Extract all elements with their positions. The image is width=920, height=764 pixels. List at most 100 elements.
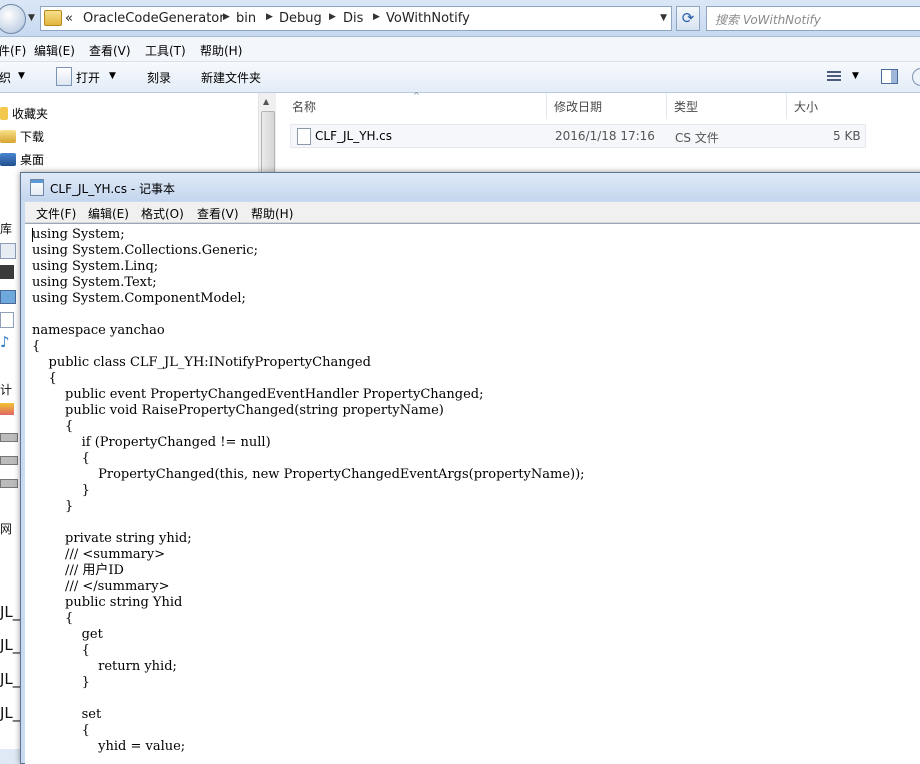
- taskbar-item-label[interactable]: JL_: [0, 636, 20, 654]
- nav-computer[interactable]: 计: [0, 381, 12, 398]
- np-menu-view[interactable]: 查看(V): [197, 205, 239, 222]
- star-icon: [0, 107, 8, 120]
- preview-pane-icon[interactable]: [881, 69, 898, 84]
- taskbar-item-label[interactable]: JL_: [0, 704, 20, 722]
- notepad-window: CLF_JL_YH.cs - 记事本 文件(F) 编辑(E) 格式(O) 查看(…: [20, 172, 920, 764]
- code-line: /// <summary>: [32, 547, 166, 562]
- column-divider[interactable]: [546, 93, 547, 119]
- code-line: {: [32, 371, 57, 386]
- code-line: }: [32, 499, 74, 514]
- organize-dropdown-icon[interactable]: ▼: [18, 71, 25, 81]
- search-input[interactable]: 搜索 VoWithNotify: [706, 6, 920, 31]
- view-dropdown-icon[interactable]: ▼: [852, 71, 859, 81]
- explorer-toolbar: 织 ▼ 打开 ▼ 刻录 新建文件夹 ▼: [0, 62, 920, 93]
- breadcrumb-item[interactable]: Dis: [343, 11, 363, 26]
- nav-favorites[interactable]: 收藏夹: [0, 105, 48, 122]
- drive-icon: [0, 456, 18, 465]
- code-line: using System.Linq;: [32, 259, 159, 274]
- new-folder-button[interactable]: 新建文件夹: [201, 69, 261, 86]
- code-text: using System; using System.Collections.Ge…: [32, 227, 585, 755]
- address-dropdown-icon[interactable]: ▼: [660, 13, 667, 23]
- code-line: yhid = value;: [32, 739, 186, 754]
- address-box[interactable]: « OracleCodeGenerator ▶ bin ▶ Debug ▶ Di…: [40, 6, 672, 31]
- refresh-icon[interactable]: ⟳: [676, 6, 700, 31]
- column-header-date[interactable]: 修改日期: [554, 98, 602, 115]
- code-line: /// 用户ID: [32, 563, 124, 578]
- np-menu-format[interactable]: 格式(O): [141, 205, 184, 222]
- np-menu-edit[interactable]: 编辑(E): [88, 205, 129, 222]
- notepad-menu-bar: 文件(F) 编辑(E) 格式(O) 查看(V) 帮助(H): [25, 202, 920, 223]
- code-line: PropertyChanged(this, new PropertyChange…: [32, 467, 585, 482]
- np-menu-file[interactable]: 文件(F): [36, 205, 76, 222]
- breadcrumb-overflow[interactable]: «: [65, 11, 73, 26]
- breadcrumb-item[interactable]: Debug: [279, 11, 322, 26]
- scroll-up-icon[interactable]: ▲: [263, 97, 269, 106]
- code-line: {: [32, 643, 90, 658]
- code-line: using System.Text;: [32, 275, 157, 290]
- organize-button[interactable]: 织: [0, 69, 11, 86]
- notepad-title-bar[interactable]: CLF_JL_YH.cs - 记事本: [21, 173, 920, 201]
- code-line: using System.ComponentModel;: [32, 291, 246, 306]
- sort-arrow-icon: ^: [413, 91, 420, 100]
- notepad-icon[interactable]: [30, 179, 44, 196]
- taskbar-item-label[interactable]: JL_: [0, 603, 20, 621]
- breadcrumb-chevron-icon[interactable]: ▶: [373, 12, 380, 22]
- menu-tools[interactable]: 工具(T): [145, 42, 186, 59]
- code-line: {: [32, 419, 74, 434]
- code-line: return yhid;: [32, 659, 177, 674]
- code-line: {: [32, 723, 90, 738]
- nav-downloads[interactable]: 下载: [0, 128, 44, 145]
- code-line: using System.Collections.Generic;: [32, 243, 258, 258]
- open-button[interactable]: 打开: [76, 69, 100, 86]
- nav-libraries[interactable]: 库: [0, 220, 12, 237]
- breadcrumb-chevron-icon[interactable]: ▶: [223, 12, 230, 22]
- breadcrumb-chevron-icon[interactable]: ▶: [329, 12, 336, 22]
- help-icon[interactable]: [912, 68, 920, 86]
- notepad-text-area[interactable]: using System; using System.Collections.Ge…: [25, 223, 920, 764]
- explorer-menu-bar: 件(F) 编辑(E) 查看(V) 工具(T) 帮助(H): [0, 37, 920, 62]
- column-header-size[interactable]: 大小: [794, 98, 818, 115]
- pictures-icon: [0, 290, 16, 304]
- menu-file[interactable]: 件(F): [0, 42, 26, 59]
- column-header-type[interactable]: 类型: [674, 98, 698, 115]
- file-name: CLF_JL_YH.cs: [315, 129, 392, 143]
- code-line: public class CLF_JL_YH:INotifyPropertyCh…: [32, 355, 371, 370]
- taskbar-item-label[interactable]: JL_: [0, 670, 20, 688]
- column-divider[interactable]: [786, 93, 787, 119]
- menu-help[interactable]: 帮助(H): [200, 42, 242, 59]
- code-line: namespace yanchao: [32, 323, 165, 338]
- file-row[interactable]: CLF_JL_YH.cs 2016/1/18 17:16 CS 文件 5 KB: [290, 124, 866, 148]
- burn-button[interactable]: 刻录: [147, 69, 171, 86]
- drive-icon: [0, 433, 18, 442]
- menu-edit[interactable]: 编辑(E): [34, 42, 75, 59]
- column-header-name[interactable]: 名称: [292, 98, 316, 115]
- code-line: public event PropertyChangedEventHandler…: [32, 387, 484, 402]
- np-menu-help[interactable]: 帮助(H): [251, 205, 293, 222]
- nav-label: 下载: [20, 130, 45, 144]
- code-line: get: [32, 627, 103, 642]
- notepad-title: CLF_JL_YH.cs - 记事本: [50, 182, 175, 196]
- breadcrumb-item[interactable]: OracleCodeGenerator: [83, 11, 225, 26]
- music-icon: ♪: [0, 333, 10, 351]
- open-dropdown-icon[interactable]: ▼: [109, 71, 116, 81]
- history-dropdown-icon[interactable]: ▼: [28, 13, 35, 23]
- file-size: 5 KB: [833, 129, 861, 143]
- column-divider[interactable]: [666, 93, 667, 119]
- menu-view[interactable]: 查看(V): [89, 42, 131, 59]
- breadcrumb-item[interactable]: bin: [236, 11, 256, 26]
- documents-icon: [0, 243, 16, 259]
- search-placeholder: 搜索 VoWithNotify: [715, 13, 821, 27]
- desktop-icon: [0, 153, 16, 166]
- code-line: private string yhid;: [32, 531, 192, 546]
- back-button[interactable]: [0, 4, 26, 34]
- nav-label: 桌面: [20, 153, 45, 167]
- address-bar-area: ▼ « OracleCodeGenerator ▶ bin ▶ Debug ▶ …: [0, 0, 920, 37]
- breadcrumb-item[interactable]: VoWithNotify: [386, 11, 470, 26]
- breadcrumb-chevron-icon[interactable]: ▶: [266, 12, 273, 22]
- code-line: using System;: [32, 227, 125, 242]
- nav-desktop[interactable]: 桌面: [0, 151, 44, 168]
- view-options-icon[interactable]: [827, 69, 841, 83]
- nav-network[interactable]: 网: [0, 520, 12, 537]
- file-date: 2016/1/18 17:16: [555, 129, 655, 143]
